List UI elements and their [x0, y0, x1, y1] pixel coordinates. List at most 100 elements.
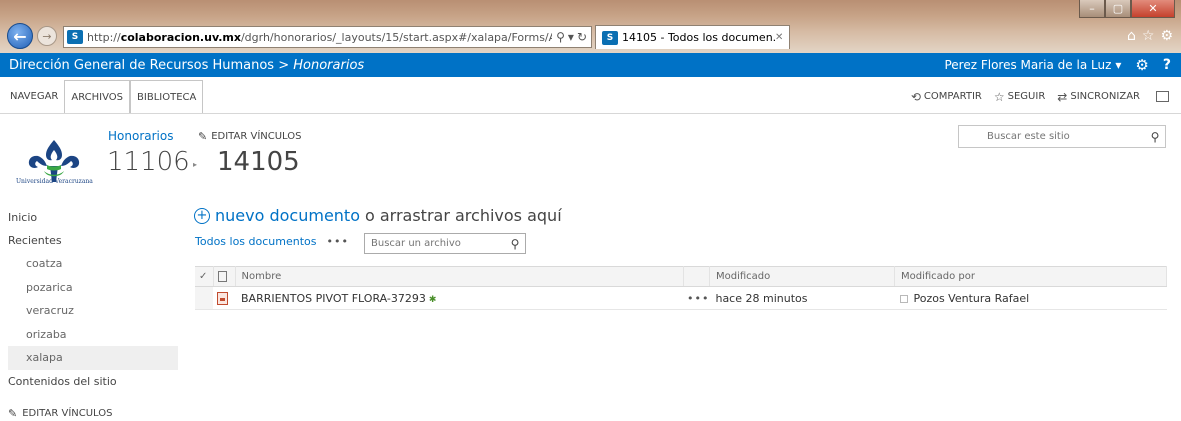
browser-chrome: – ▢ ✕ ← → S http://colaboracion.uv.mx/dg…: [0, 0, 1181, 53]
nav-item-site-contents[interactable]: Contenidos del sitio: [8, 370, 178, 393]
site-title-link[interactable]: Dirección General de Recursos Humanos: [9, 58, 274, 73]
maximize-button[interactable]: ▢: [1105, 0, 1131, 18]
user-name: Perez Flores Maria de la Luz: [944, 58, 1112, 72]
drag-files-hint: o arrastrar archivos aquí: [364, 206, 562, 225]
file-type-cell: [213, 286, 235, 310]
nav-item-inicio[interactable]: Inicio: [8, 206, 178, 229]
select-all-checkbox[interactable]: ✓: [195, 266, 214, 287]
page-title: 14105: [217, 147, 300, 177]
row-select-checkbox[interactable]: [195, 286, 213, 310]
arrow-left-icon: ←: [13, 26, 27, 46]
close-window-button[interactable]: ✕: [1131, 0, 1175, 18]
modified-by-cell[interactable]: Pozos Ventura Rafael: [894, 286, 1167, 310]
address-tools: ⚲ ▾ ↻: [552, 30, 591, 44]
modified-column-header[interactable]: Modificado: [709, 266, 895, 287]
window-controls: – ▢ ✕: [1079, 0, 1175, 18]
home-icon[interactable]: ⌂: [1127, 28, 1136, 44]
tab-archivos[interactable]: ARCHIVOS: [64, 80, 131, 113]
forward-button[interactable]: →: [37, 26, 57, 46]
tab-biblioteca[interactable]: BIBLIOTECA: [130, 80, 204, 113]
tab-close-icon[interactable]: ✕: [775, 32, 789, 43]
sync-button[interactable]: ⇄ SINCRONIZAR: [1057, 90, 1140, 104]
table-row[interactable]: BARRIENTOS PIVOT FLORA-37293 ✱ ••• hace 2…: [195, 286, 1167, 310]
edit-links-top[interactable]: ✎ EDITAR VÍNCULOS: [198, 130, 302, 143]
refresh-icon[interactable]: ↻: [577, 30, 587, 44]
modified-cell: hace 28 minutos: [709, 286, 895, 310]
more-options-icon: •••: [687, 291, 710, 305]
view-menu-icon[interactable]: •••: [327, 235, 349, 248]
modified-by-link[interactable]: Pozos Ventura Rafael: [913, 292, 1029, 305]
favorites-star-icon[interactable]: ☆: [1142, 28, 1155, 44]
site-search-box: ⚲: [958, 125, 1166, 148]
breadcrumb-parent[interactable]: 11106: [107, 147, 190, 177]
file-name-cell[interactable]: BARRIENTOS PIVOT FLORA-37293 ✱: [235, 286, 683, 310]
presence-icon: [900, 294, 909, 303]
file-name-link[interactable]: BARRIENTOS PIVOT FLORA-37293: [241, 292, 426, 305]
nav-item-coatza[interactable]: coatza: [8, 252, 178, 276]
nav-item-veracruz[interactable]: veracruz: [8, 299, 178, 323]
suite-bar: Dirección General de Recursos Humanos > …: [0, 53, 1181, 77]
menu-column-header: [683, 266, 710, 287]
address-bar[interactable]: S http://colaboracion.uv.mx/dgrh/honorar…: [63, 26, 592, 48]
minimize-button[interactable]: –: [1079, 0, 1105, 18]
focus-content-icon[interactable]: [1156, 91, 1169, 102]
search-icon[interactable]: ⚲: [556, 30, 565, 44]
logo-caption: Universidad Veracruzana: [16, 178, 93, 185]
nav-item-pozarica[interactable]: pozarica: [8, 276, 178, 300]
share-button[interactable]: ⟲ COMPARTIR: [911, 90, 982, 104]
ribbon: NAVEGAR ARCHIVOS BIBLIOTECA ⟲ COMPARTIR ☆…: [0, 77, 1181, 114]
back-button[interactable]: ←: [7, 23, 33, 49]
star-icon: ☆: [993, 89, 1005, 104]
breadcrumb-site-link[interactable]: Honorarios: [108, 129, 173, 143]
sharepoint-favicon-icon: S: [67, 30, 83, 44]
pdf-document-icon: [217, 291, 228, 305]
type-column-header[interactable]: [213, 266, 236, 287]
tools-gear-icon[interactable]: ⚙: [1160, 28, 1173, 44]
add-circle-icon[interactable]: +: [194, 207, 210, 224]
breadcrumb-separator-icon: ▸: [193, 160, 198, 169]
modified-by-column-header[interactable]: Modificado por: [894, 266, 1168, 287]
new-document-area: + nuevo documento o arrastrar archivos a…: [194, 206, 562, 225]
current-site-link[interactable]: Honorarios: [293, 58, 364, 73]
table-header-row: ✓ Nombre Modificado Modificado por: [195, 266, 1168, 287]
tab-title: 14105 - Todos los documen...: [622, 31, 775, 44]
document-table: ✓ Nombre Modificado Modificado por BARRI…: [195, 266, 1168, 310]
edit-links-bottom[interactable]: ✎ EDITAR VÍNCULOS: [8, 407, 113, 420]
tab-navegar[interactable]: NAVEGAR: [4, 80, 64, 113]
name-column-header[interactable]: Nombre: [235, 266, 684, 287]
suite-right: Perez Flores Maria de la Luz ▾ ⚙ ?: [944, 53, 1171, 77]
new-document-link[interactable]: nuevo documento: [215, 206, 360, 225]
new-item-icon: ✱: [428, 294, 437, 305]
site-breadcrumb: Dirección General de Recursos Humanos > …: [9, 57, 365, 73]
help-icon[interactable]: ?: [1163, 57, 1171, 73]
chevron-down-icon: ▾: [1115, 58, 1122, 72]
search-icon[interactable]: ⚲: [505, 237, 525, 251]
ribbon-actions: ⟲ COMPARTIR ☆ SEGUIR ⇄ SINCRONIZAR: [911, 80, 1169, 113]
document-type-icon: [217, 270, 227, 282]
file-search-input[interactable]: [371, 238, 505, 249]
nav-item-orizaba[interactable]: orizaba: [8, 323, 178, 347]
sharepoint-tab-icon: S: [602, 30, 618, 45]
address-url[interactable]: http://colaboracion.uv.mx/dgrh/honorario…: [87, 31, 552, 44]
site-search-input[interactable]: [987, 131, 1145, 142]
open-menu-button[interactable]: •••: [683, 286, 710, 310]
quick-launch: Inicio Recientes coatza pozarica veracru…: [8, 206, 178, 393]
nav-item-recientes[interactable]: Recientes: [8, 229, 178, 252]
sync-icon: ⇄: [1057, 89, 1068, 104]
view-selector: Todos los documentos •••: [195, 235, 349, 248]
user-menu[interactable]: Perez Flores Maria de la Luz ▾: [944, 58, 1121, 72]
pencil-icon: ✎: [198, 130, 208, 143]
arrow-right-icon: →: [42, 29, 52, 43]
nav-item-xalapa[interactable]: xalapa: [8, 346, 178, 370]
view-all-documents[interactable]: Todos los documentos: [195, 235, 317, 248]
search-icon[interactable]: ⚲: [1145, 130, 1165, 144]
follow-button[interactable]: ☆ SEGUIR: [994, 90, 1045, 104]
file-search-box: ⚲: [364, 233, 526, 254]
ribbon-tabs: NAVEGAR ARCHIVOS BIBLIOTECA: [4, 80, 204, 113]
pencil-icon: ✎: [8, 407, 18, 420]
browser-toolbar-icons: ⌂ ☆ ⚙: [1127, 28, 1173, 44]
browser-tab[interactable]: S 14105 - Todos los documen... ✕: [595, 25, 790, 49]
settings-gear-icon[interactable]: ⚙: [1135, 56, 1148, 74]
dropdown-icon[interactable]: ▾: [568, 30, 574, 44]
share-icon: ⟲: [910, 89, 921, 104]
